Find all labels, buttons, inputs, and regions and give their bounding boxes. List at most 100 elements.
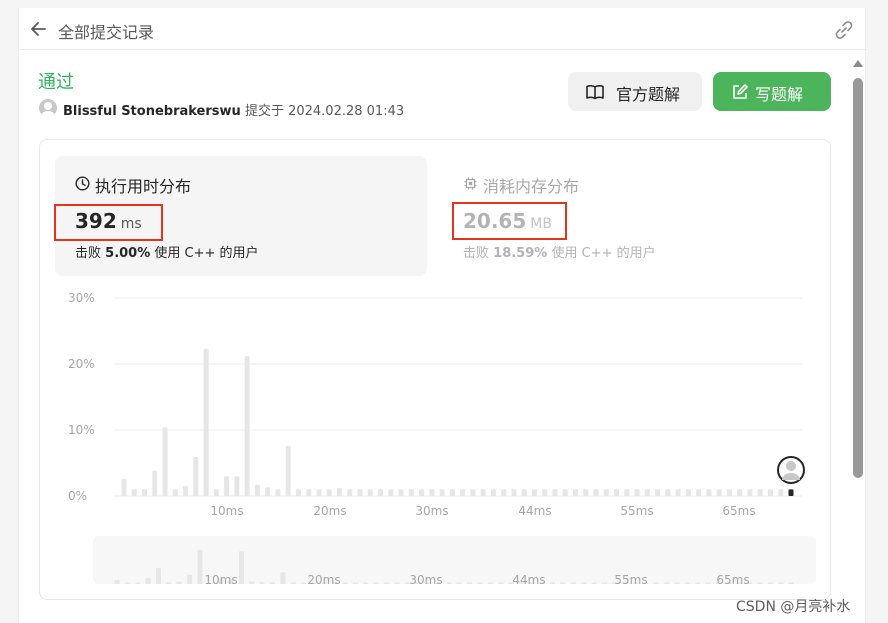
overview-bar — [757, 582, 763, 584]
histogram-bar — [357, 489, 363, 496]
overview-bar — [187, 574, 193, 584]
histogram-bar — [326, 489, 332, 496]
histogram-bar — [193, 457, 199, 496]
histogram-bar — [593, 489, 599, 496]
histogram-bar — [778, 489, 784, 496]
overview-x-tick-label: 20ms — [307, 573, 340, 587]
overview-bar — [767, 582, 773, 584]
overview-bar — [280, 572, 286, 584]
histogram-bar — [429, 489, 435, 496]
histogram-bar — [726, 489, 732, 496]
histogram-bar — [419, 489, 425, 496]
histogram-bar — [183, 486, 189, 496]
histogram-bar — [644, 489, 650, 496]
histogram-bar — [562, 489, 568, 496]
write-solution-button[interactable]: 写题解 — [713, 72, 831, 111]
official-solution-button[interactable]: 官方题解 — [568, 72, 702, 111]
histogram-bar — [398, 489, 404, 496]
overview-x-tick-label: 30ms — [409, 573, 442, 587]
overview-bar — [653, 582, 659, 584]
submitted-time: 2024.02.28 01:43 — [288, 104, 405, 119]
overview-bar — [467, 582, 473, 584]
histogram-bar — [480, 489, 486, 496]
overview-x-tick-label: 65ms — [716, 573, 749, 587]
overview-bar — [664, 582, 670, 584]
overview-bar — [352, 582, 358, 584]
overview-bar — [695, 582, 701, 584]
histogram-bar — [511, 489, 517, 496]
histogram-bar — [470, 489, 476, 496]
stats-panel: 执行用时分布 392ms 击败 5.00% 使用 C++ 的用户 消耗内存分布 — [39, 139, 831, 600]
overview-bar — [591, 582, 597, 584]
overview-bar — [498, 582, 504, 584]
histogram-bar — [501, 489, 507, 496]
y-tick-label: 0% — [68, 489, 87, 503]
submitted-label: 提交于 — [244, 104, 284, 119]
overview-bar — [155, 568, 161, 584]
histogram-bar — [634, 489, 640, 496]
x-tick-label: 44ms — [518, 504, 551, 518]
histogram-bar — [490, 489, 496, 496]
x-tick-label: 55ms — [620, 504, 653, 518]
histogram-bar — [306, 489, 312, 496]
x-tick-label: 65ms — [722, 504, 755, 518]
page-title: 全部提交记录 — [58, 23, 155, 42]
overview-bar — [394, 582, 400, 584]
book-icon — [586, 85, 604, 100]
histogram-bar — [388, 489, 394, 496]
overview-bar — [601, 582, 607, 584]
overview-bar — [446, 582, 452, 584]
submission-meta: Blissful Stonebrakerswu 提交于 2024.02.28 0… — [63, 100, 404, 119]
overview-bar — [290, 582, 296, 584]
scroll-up-arrow-icon[interactable] — [853, 60, 863, 67]
top-bar: 全部提交记录 — [19, 8, 867, 50]
histogram-bar — [295, 489, 301, 496]
watermark: CSDN @月亮补水 — [736, 599, 851, 615]
histogram-bar — [265, 487, 271, 496]
histogram-bar — [685, 489, 691, 496]
back-arrow-icon[interactable] — [29, 19, 49, 39]
histogram-bar — [121, 478, 127, 496]
histogram-bar — [162, 427, 168, 496]
submission-status: 通过 — [38, 72, 74, 93]
histogram-bar — [706, 489, 712, 496]
overview-bar — [550, 582, 556, 584]
x-tick-label: 10ms — [210, 504, 243, 518]
histogram-bar — [152, 470, 158, 496]
user-avatar[interactable] — [39, 99, 57, 117]
overview-bar — [487, 582, 493, 584]
scrollbar[interactable] — [849, 56, 866, 623]
overview-bar — [114, 580, 120, 584]
overview-bar — [145, 578, 151, 584]
histogram-bar — [285, 445, 291, 496]
overview-bar — [166, 582, 172, 584]
histogram-bar — [213, 489, 219, 496]
histogram-bar — [234, 476, 240, 496]
overview-bar — [249, 581, 255, 584]
overview-bar — [342, 582, 348, 584]
write-solution-label: 写题解 — [755, 85, 804, 104]
histogram-bar — [747, 489, 753, 496]
histogram-bar — [737, 489, 743, 496]
histogram-bar — [521, 489, 527, 496]
histogram-bar — [131, 489, 137, 496]
overview-bar — [674, 582, 680, 584]
histogram-bar — [439, 489, 445, 496]
histogram-bar — [408, 489, 414, 496]
overview-bar — [135, 582, 141, 584]
official-solution-label: 官方题解 — [616, 85, 681, 104]
histogram-bar — [347, 489, 353, 496]
histogram-bar — [603, 489, 609, 496]
x-tick-label: 20ms — [313, 504, 346, 518]
scroll-thumb[interactable] — [853, 78, 863, 478]
overview-bar — [270, 582, 276, 584]
runtime-distribution-chart: 30% 20% 10% 0% 10ms 20ms 30ms 44ms 55ms 65ms 10ms 2… — [68, 291, 816, 587]
submission-detail-panel: 全部提交记录 通过 Blissful Stonebrakerswu 提交于 20… — [18, 8, 867, 623]
overview-bar — [124, 582, 130, 584]
histogram-bar — [172, 489, 178, 496]
link-icon[interactable] — [833, 19, 855, 41]
histogram-bar — [573, 489, 579, 496]
overview-x-tick-label: 44ms — [512, 573, 545, 587]
overview-bar — [301, 582, 307, 584]
username[interactable]: Blissful Stonebrakerswu — [63, 104, 241, 119]
